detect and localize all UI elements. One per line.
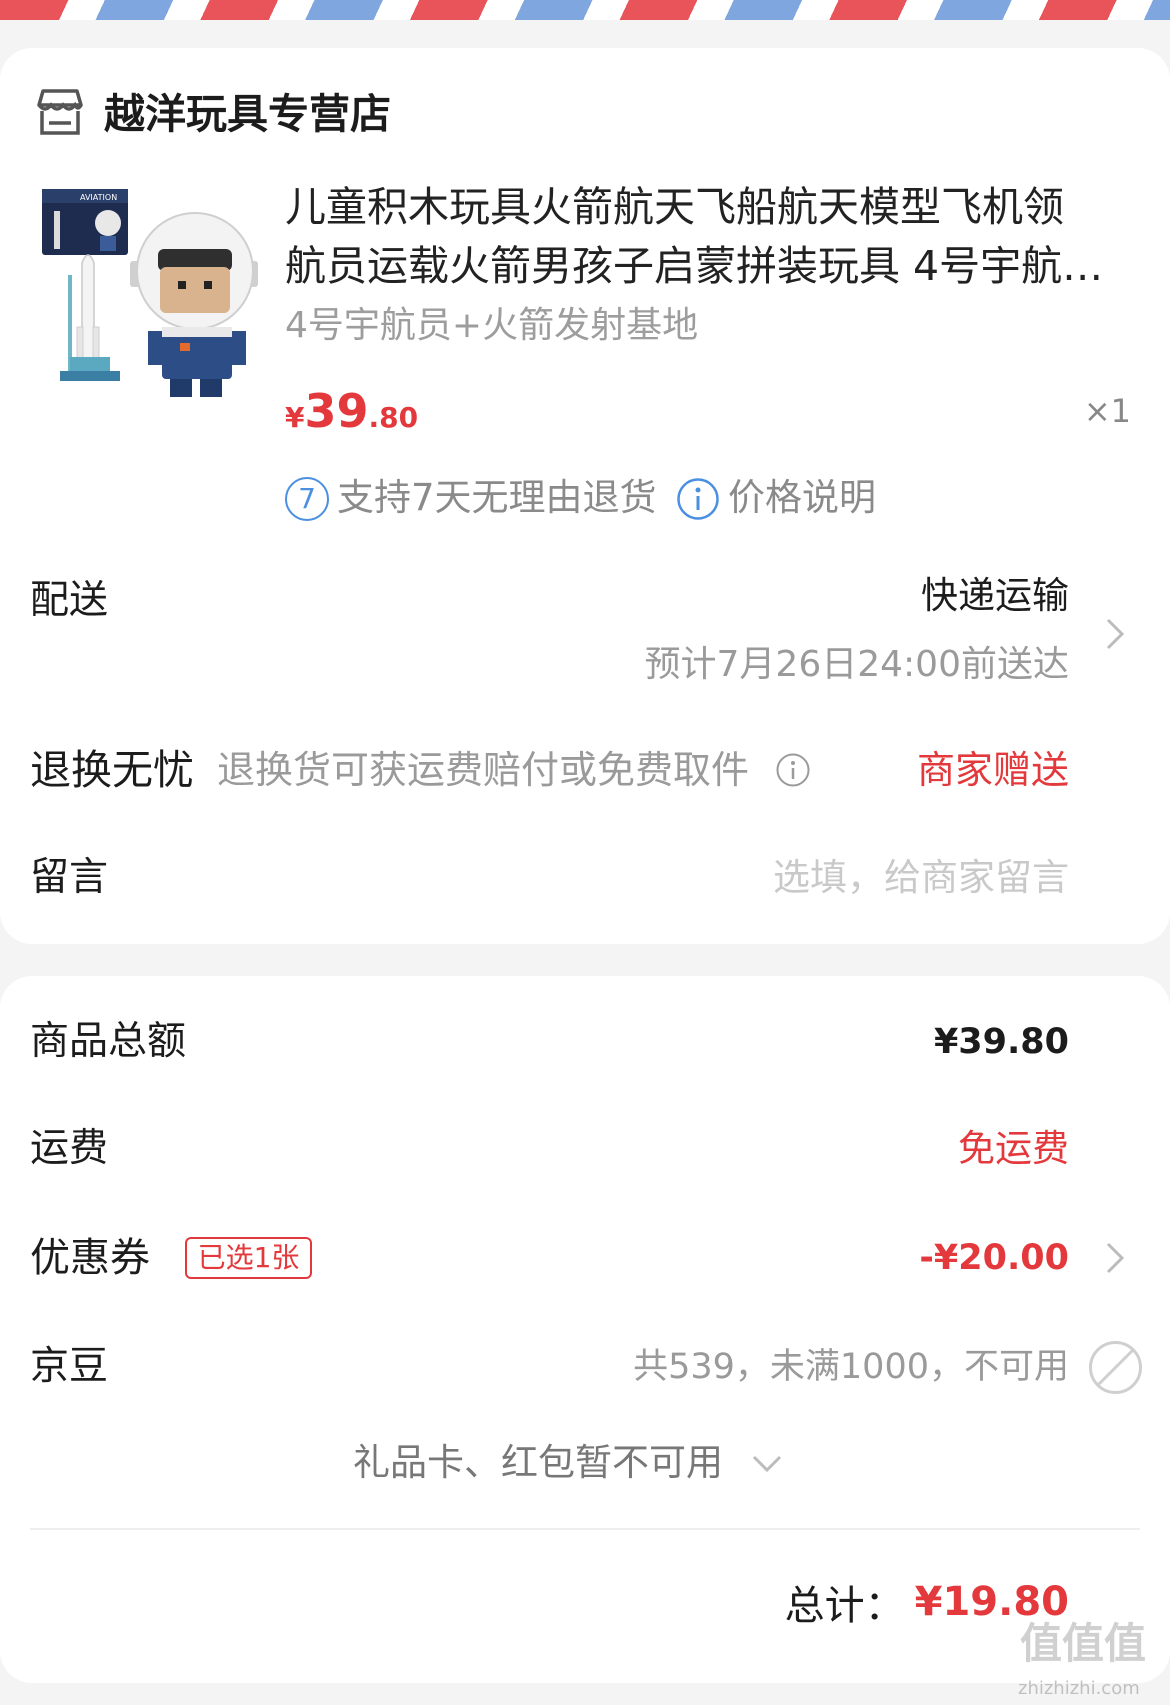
return-service-label: 退换无忧 [30,746,194,794]
astronaut-arm-left [148,331,162,365]
service-label: 价格说明 [728,476,876,519]
info-icon-dot [791,761,795,765]
delivery-method: 快递运输 [921,574,1069,617]
product-block: AVIATION 儿童积木玩具火箭航天飞船航天模型飞机领 航员运载火箭男孩子启蒙… [0,168,1170,528]
info-icon-dot [695,487,701,493]
return-service-value: 商家赠送 [916,748,1069,792]
astronaut-eye-left [178,281,186,289]
shipping-row: 运费 免运费 [0,1099,1170,1199]
subtotal-row: 商品总额 ¥39.80 [0,992,1170,1092]
order-item-card: 越洋玩具专营店 AVIATION 儿童积木玩具火箭航天飞船航天模型飞机领 航员运… [0,48,1170,944]
service-price-explanation[interactable]: 价格说明 [676,473,916,523]
price-currency: ¥ [285,401,305,434]
chevron-right-icon[interactable] [1104,616,1126,652]
subtotal-value: ¥39.80 [933,1022,1069,1062]
price-summary-card: 商品总额 ¥39.80 运费 免运费 优惠券 已选1张 -¥20.00 京豆 共… [0,976,1170,1683]
chevron-down-icon[interactable] [750,1453,784,1475]
store-name: 越洋玩具专营店 [104,90,391,138]
gift-card-row[interactable]: 礼品卡、红包暂不可用 [0,1423,1170,1503]
rocket-booster-left [76,326,84,360]
summary-divider [30,1528,1140,1530]
rocket-body [81,254,95,360]
jd-beans-label: 京豆 [30,1344,109,1389]
service-seven-day-return[interactable]: 7 支持7天无理由退货 [285,473,665,523]
box-rocket-print [54,211,60,249]
chevron-stroke [752,1455,782,1473]
astronaut-leg-right [200,379,222,397]
return-service-description: 退换货可获运费赔付或免费取件 [217,748,750,792]
return-service-row: 退换无忧 退换货可获运费赔付或免费取件 商家赠送 [0,720,1170,820]
subtotal-label: 商品总额 [30,1019,187,1064]
launch-tower [68,275,72,371]
delivery-label: 配送 [30,578,109,623]
product-spec[interactable]: 4号宇航员+火箭发射基地 [285,301,698,351]
chevron-stroke [1106,1242,1125,1274]
astronaut-leg-left [170,379,192,397]
product-box: AVIATION [42,189,128,255]
watermark-logo: 值值值 [1020,1619,1147,1668]
chevron-right-icon[interactable] [1104,1240,1126,1276]
total-label: 总计： [784,1583,905,1629]
astronaut-patch [180,343,190,351]
info-icon [677,478,719,520]
chevron-stroke [1106,618,1125,650]
service-label: 支持7天无理由退货 [337,476,657,519]
gift-card-note: 礼品卡、红包暂不可用 [353,1441,723,1484]
box-lettering: AVIATION [80,193,117,202]
toy-rocket [60,254,120,381]
astronaut-face [160,267,230,313]
product-title-line-2[interactable]: 航员运载火箭男孩子启蒙拼装玩具 4号宇航… [285,237,1103,295]
product-title-line-1[interactable]: 儿童积木玩具火箭航天飞船航天模型飞机领 [285,178,1064,236]
info-icon[interactable] [775,752,811,788]
coupon-value: -¥20.00 [919,1238,1069,1278]
price-integer: 39 [304,384,369,438]
astronaut-collar [162,327,232,337]
delivery-eta: 预计7月26日24:00前送达 [644,644,1069,685]
coupon-selected-badge: 已选1张 [185,1237,312,1279]
shipping-label: 运费 [30,1126,109,1171]
seven-day-return-icon: 7 [285,477,329,521]
astronaut-arm-right [232,331,246,365]
shipping-value: 免运费 [958,1127,1069,1170]
astronaut-eye-right [204,281,212,289]
watermark-url: zhizhizhi.com [1018,1678,1140,1699]
rocket-booster-right [92,326,100,360]
launch-pad-base [60,371,120,381]
coupon-row[interactable]: 优惠券 已选1张 -¥20.00 [0,1208,1170,1308]
launch-pad-top [70,357,110,371]
product-image[interactable]: AVIATION [30,179,261,402]
disabled-icon-slash [1096,1348,1135,1387]
coupon-label: 优惠券 [30,1235,150,1281]
product-price: ¥ 39 .80 [285,381,418,441]
store-icon [37,89,83,135]
jd-beans-value: 共539，未满1000，不可用 [633,1347,1069,1387]
message-input[interactable] [549,853,1069,903]
box-astronaut-helmet [95,210,121,236]
delivery-row[interactable]: 配送 快递运输 预计7月26日24:00前送达 [0,548,1170,698]
store-header[interactable]: 越洋玩具专营店 [0,68,1170,158]
product-quantity: ×1 [1083,392,1131,430]
price-decimal: .80 [368,401,419,434]
disabled-toggle-icon[interactable] [1087,1339,1144,1396]
toy-astronaut [130,212,258,397]
message-row: 留言 [0,828,1170,928]
airmail-top-stripe [0,0,1170,20]
jd-beans-row: 京豆 共539，未满1000，不可用 [0,1317,1170,1417]
message-label: 留言 [30,855,109,900]
box-astronaut-body [100,236,116,251]
